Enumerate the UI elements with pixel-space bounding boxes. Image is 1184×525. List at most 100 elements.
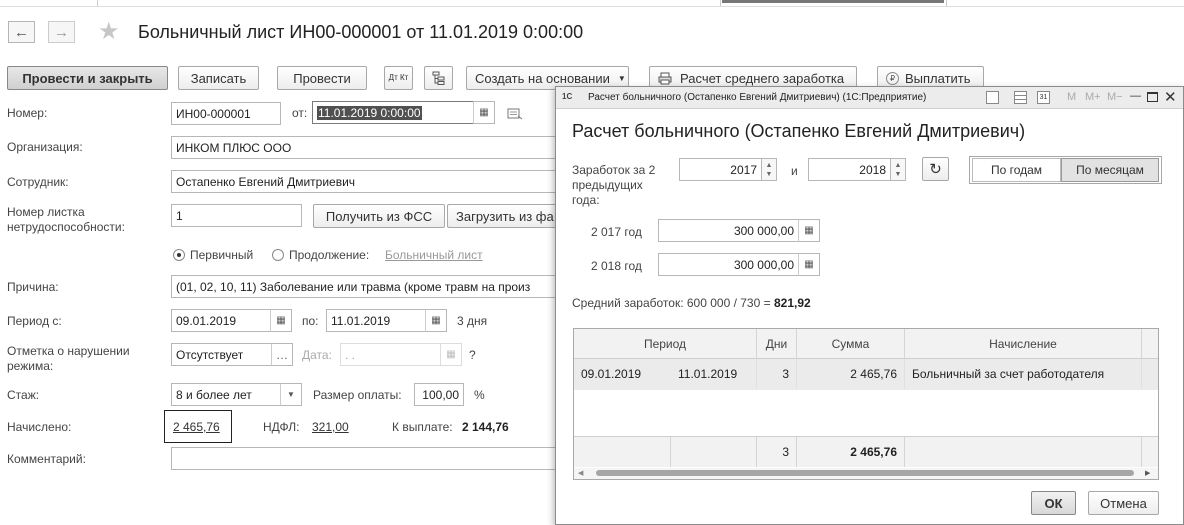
printer-icon (658, 72, 672, 84)
cancel-button[interactable]: Отмена (1088, 491, 1159, 515)
col-header-period[interactable]: Период (574, 329, 757, 359)
hierarchy-icon (432, 71, 444, 85)
help-question-icon[interactable]: ? (469, 348, 476, 363)
violation-select-button[interactable]: … (271, 343, 293, 366)
continuation-link[interactable]: Больничный лист (385, 248, 483, 263)
year2-amount-field[interactable]: 300 000,00 (658, 253, 799, 276)
minimize-icon[interactable]: — (1130, 90, 1141, 102)
year2-spinner[interactable]: ▲ ▼ (890, 158, 906, 181)
dropdown-arrow-icon: ▼ (287, 390, 295, 399)
average-earnings-label: Средний заработок: 600 000 / 730 = (572, 296, 774, 310)
horizontal-scrollbar[interactable]: ◀ ▶ (574, 468, 1158, 479)
col-header-sum[interactable]: Сумма (797, 329, 905, 359)
employee-field[interactable]: Остапенко Евгений Дмитриевич (171, 170, 555, 193)
year2-calculator-button[interactable]: ▦ (798, 253, 820, 276)
period-from-field[interactable]: 09.01.2019 (171, 309, 271, 332)
footer-cell (905, 437, 1142, 467)
calendar-button[interactable]: ▦ (473, 101, 495, 124)
post-and-close-button[interactable]: Провести и закрыть (7, 66, 168, 90)
continuation-radio-label: Продолжение: (289, 248, 370, 262)
days-count: 3 дня (457, 314, 488, 328)
refresh-button[interactable]: ↻ (922, 157, 949, 181)
to-pay-value: 2 144,76 (462, 420, 509, 434)
calendar-icon[interactable]: 31 (1037, 91, 1050, 104)
row-days: 3 (757, 359, 797, 389)
average-earnings-value: 821,92 (773, 296, 811, 310)
ndfl-link[interactable]: 321,00 (312, 420, 349, 435)
maximize-icon[interactable] (1147, 92, 1158, 102)
table-footer: 3 2 465,76 (574, 436, 1158, 467)
year1-spinner[interactable]: ▲ ▼ (761, 158, 777, 181)
pay-size-label: Размер оплаты: (313, 388, 402, 402)
col-header-spacer (1142, 329, 1158, 359)
primary-radio[interactable]: Первичный (173, 248, 253, 263)
organization-label: Организация: (7, 140, 83, 154)
violation-date-calendar-button[interactable]: ▦ (440, 343, 462, 366)
scroll-right-icon[interactable]: ▶ (1145, 469, 1150, 477)
ok-button[interactable]: ОК (1031, 491, 1076, 515)
violation-label: Отметка о нарушении режима: (7, 344, 130, 374)
sheet-number-label: Номер листка нетрудоспособности: (7, 205, 125, 235)
violation-field[interactable]: Отсутствует (171, 343, 272, 366)
stazh-dropdown-button[interactable]: ▼ (280, 383, 302, 406)
period-mode-switch: По годам По месяцам (969, 156, 1162, 184)
period-to-field[interactable]: 11.01.2019 (326, 309, 426, 332)
number-label: Номер: (7, 106, 48, 120)
structure-button[interactable] (424, 66, 453, 90)
stazh-field[interactable]: 8 и более лет (171, 383, 281, 406)
to-pay-label: К выплате: (392, 420, 453, 434)
average-earnings-text: Средний заработок: 600 000 / 730 = 821,9… (572, 296, 811, 311)
date-field-value: 11.01.2019 0:00:00 (317, 105, 422, 120)
calculator-icon: ▦ (804, 259, 814, 270)
back-button[interactable]: ← (8, 21, 35, 43)
close-icon[interactable]: ✕ (1164, 88, 1177, 106)
memory-m-icon[interactable]: M (1067, 91, 1076, 103)
col-header-days[interactable]: Дни (757, 329, 797, 359)
memory-plus-icon[interactable]: M+ (1085, 91, 1101, 103)
sheet-number-field[interactable]: 1 (171, 204, 302, 227)
year1-field[interactable]: 2017 (679, 158, 762, 181)
load-from-file-button[interactable]: Загрузить из фа (447, 204, 557, 228)
by-months-button[interactable]: По месяцам (1061, 158, 1159, 182)
year1-amount-field[interactable]: 300 000,00 (658, 219, 799, 242)
save-icon[interactable] (986, 91, 999, 104)
period-to-calendar-button[interactable]: ▦ (425, 309, 447, 332)
accrued-link[interactable]: 2 465,76 (173, 420, 220, 435)
and-label: и (791, 164, 798, 178)
table-icon[interactable] (1014, 91, 1027, 104)
col-header-accrual[interactable]: Начисление (905, 329, 1142, 359)
table-row[interactable]: 09.01.2019 11.01.2019 3 2 465,76 Больнич… (574, 359, 1158, 390)
year2-field[interactable]: 2018 (808, 158, 891, 181)
continuation-radio[interactable]: Продолжение: (272, 248, 369, 263)
dt-kt-button[interactable]: Дт Кт (384, 66, 413, 90)
favorite-star-icon[interactable]: ★ (98, 20, 120, 44)
pay-label: Выплатить (905, 70, 971, 86)
pay-size-field[interactable]: 100,00 (414, 383, 464, 406)
dialog-titlebar: 1С Расчет больничного (Остапенко Евгений… (556, 87, 1183, 109)
period-from-calendar-button[interactable]: ▦ (270, 309, 292, 332)
violation-label-line2: режима: (7, 359, 54, 373)
accrued-label: Начислено: (7, 420, 72, 434)
write-button[interactable]: Записать (178, 66, 259, 90)
comment-field[interactable] (171, 447, 555, 470)
violation-date-label: Дата: (302, 348, 332, 362)
organization-field[interactable]: ИНКОМ ПЛЮС ООО (171, 136, 555, 159)
scrollbar-thumb[interactable] (596, 470, 1134, 476)
spin-down-icon: ▼ (765, 170, 773, 178)
post-button[interactable]: Провести (277, 66, 367, 90)
get-from-fss-button[interactable]: Получить из ФСС (313, 204, 445, 228)
calendar-icon: ▦ (431, 315, 441, 326)
date-field[interactable]: 11.01.2019 0:00:00 (312, 101, 474, 124)
dropdown-arrow-icon: ▼ (617, 73, 626, 83)
comment-note-icon[interactable] (507, 107, 523, 121)
by-years-button[interactable]: По годам (972, 158, 1061, 182)
tab-divider (720, 0, 721, 6)
scroll-left-icon[interactable]: ◀ (578, 469, 583, 477)
app-1c-icon: 1С (562, 92, 573, 101)
number-field[interactable]: ИН00-000001 (171, 102, 281, 125)
forward-button[interactable]: → (48, 21, 75, 43)
reason-field[interactable]: (01, 02, 10, 11) Заболевание или травма … (171, 275, 555, 298)
violation-date-field[interactable]: . . (340, 343, 441, 366)
memory-minus-icon[interactable]: M− (1107, 91, 1123, 103)
year1-calculator-button[interactable]: ▦ (798, 219, 820, 242)
